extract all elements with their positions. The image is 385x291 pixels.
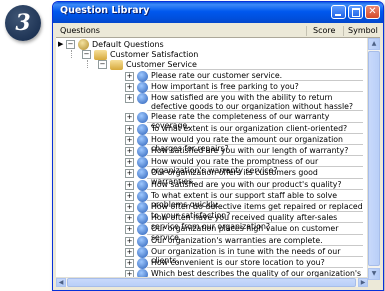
- close-button[interactable]: ✕: [365, 5, 380, 19]
- collapse-icon[interactable]: −: [98, 60, 107, 69]
- question-text: How important is free parking to you?: [151, 82, 299, 92]
- step-number-badge: 3: [5, 5, 41, 41]
- question-tree: ▶ − Default Questions − Customer Satisfa…: [56, 38, 368, 280]
- question-text: How satisfied are you with our product's…: [151, 179, 342, 189]
- collapse-icon[interactable]: −: [66, 40, 75, 49]
- question-text: How satisfied are you with our length of…: [151, 146, 349, 155]
- expand-icon[interactable]: +: [125, 191, 134, 201]
- expand-icon[interactable]: +: [125, 259, 134, 268]
- question-row[interactable]: + Please rate our customer service.: [125, 69, 363, 82]
- horizontal-scrollbar[interactable]: ◀ ▶: [56, 277, 368, 287]
- folder-icon: [110, 59, 123, 70]
- question-row[interactable]: + To what extent is our organization clie…: [125, 121, 363, 135]
- question-row[interactable]: + Our organization places high value on c…: [125, 222, 363, 242]
- question-row[interactable]: + Our organization offers its customers g…: [125, 166, 363, 186]
- tree-connector-line: [71, 50, 72, 58]
- column-header-questions[interactable]: Questions: [60, 26, 100, 35]
- tree-connector-line: [87, 60, 88, 68]
- horizontal-scroll-thumb[interactable]: [67, 278, 356, 287]
- vertical-scroll-thumb[interactable]: [368, 51, 380, 266]
- question-row[interactable]: + How satisfied are you with the ability …: [125, 91, 363, 112]
- folder-icon: [94, 49, 107, 60]
- question-text: How convenient is our store location to …: [151, 258, 325, 267]
- expand-icon[interactable]: +: [125, 158, 134, 168]
- expand-icon[interactable]: +: [125, 94, 134, 104]
- question-row[interactable]: + Please rate the completeness of our war…: [125, 110, 363, 130]
- expand-icon[interactable]: +: [125, 169, 134, 179]
- expand-icon[interactable]: +: [125, 72, 134, 81]
- collapse-icon[interactable]: −: [82, 50, 91, 59]
- column-header-symbol[interactable]: Symbol: [348, 26, 378, 35]
- tree-node-label: Default Questions: [92, 40, 164, 49]
- vertical-scrollbar[interactable]: ▲ ▼: [367, 38, 380, 280]
- window-title: Question Library: [60, 5, 150, 16]
- expand-icon[interactable]: +: [125, 180, 134, 190]
- question-text: How satisfied are you with the ability t…: [151, 93, 354, 112]
- question-row[interactable]: + How would you rate the promptness of ou…: [125, 155, 363, 175]
- minimize-button[interactable]: [331, 5, 346, 19]
- expand-icon[interactable]: +: [125, 236, 134, 246]
- column-divider[interactable]: [343, 26, 344, 36]
- expand-icon[interactable]: +: [125, 83, 134, 93]
- expand-icon[interactable]: +: [125, 147, 134, 156]
- expand-icon[interactable]: +: [125, 203, 134, 212]
- column-header-score[interactable]: Score: [313, 26, 335, 35]
- column-divider[interactable]: [306, 26, 307, 36]
- scroll-down-button[interactable]: ▼: [368, 268, 380, 280]
- tree-node-label: Customer Satisfaction: [110, 50, 199, 59]
- question-library-window: Question Library ✕ Questions Score Symbo…: [52, 1, 384, 291]
- expand-icon[interactable]: +: [125, 113, 134, 123]
- question-row[interactable]: + How often have you received quality aft…: [125, 211, 363, 231]
- question-row[interactable]: + Our organization's warranties are compl…: [125, 233, 363, 247]
- question-row[interactable]: + How convenient is our store location to…: [125, 256, 363, 269]
- expand-icon[interactable]: +: [125, 124, 134, 134]
- column-header-row: Questions Score Symbol: [56, 25, 380, 38]
- tree-node-label: Customer Service: [126, 60, 197, 69]
- expand-icon[interactable]: +: [125, 135, 134, 145]
- expand-icon[interactable]: +: [125, 247, 134, 257]
- expand-icon[interactable]: +: [125, 225, 134, 235]
- current-row-indicator-icon: ▶: [58, 40, 64, 48]
- question-row[interactable]: + How satisfied are you with our product'…: [125, 177, 363, 191]
- question-row[interactable]: + How would you rate the amount our organ…: [125, 132, 363, 153]
- question-row[interactable]: + How often do defective items get repair…: [125, 200, 363, 220]
- expand-icon[interactable]: +: [125, 214, 134, 224]
- question-row[interactable]: + How satisfied are you with our length o…: [125, 144, 363, 157]
- scroll-right-button[interactable]: ▶: [358, 278, 368, 287]
- maximize-button[interactable]: [348, 5, 363, 19]
- scroll-left-button[interactable]: ◀: [56, 278, 66, 287]
- title-bar[interactable]: Question Library ✕: [53, 2, 383, 23]
- question-text: Please rate our customer service.: [151, 71, 283, 80]
- question-row[interactable]: + To what extent is our support staff abl…: [125, 188, 363, 209]
- question-text: Our organization's warranties are comple…: [151, 235, 323, 245]
- scroll-up-button[interactable]: ▲: [368, 38, 380, 50]
- question-row[interactable]: + Our organization is in tune with the ne…: [125, 244, 363, 265]
- question-row[interactable]: + How important is free parking to you?: [125, 80, 363, 94]
- question-text: To what extent is our organization clien…: [151, 123, 348, 133]
